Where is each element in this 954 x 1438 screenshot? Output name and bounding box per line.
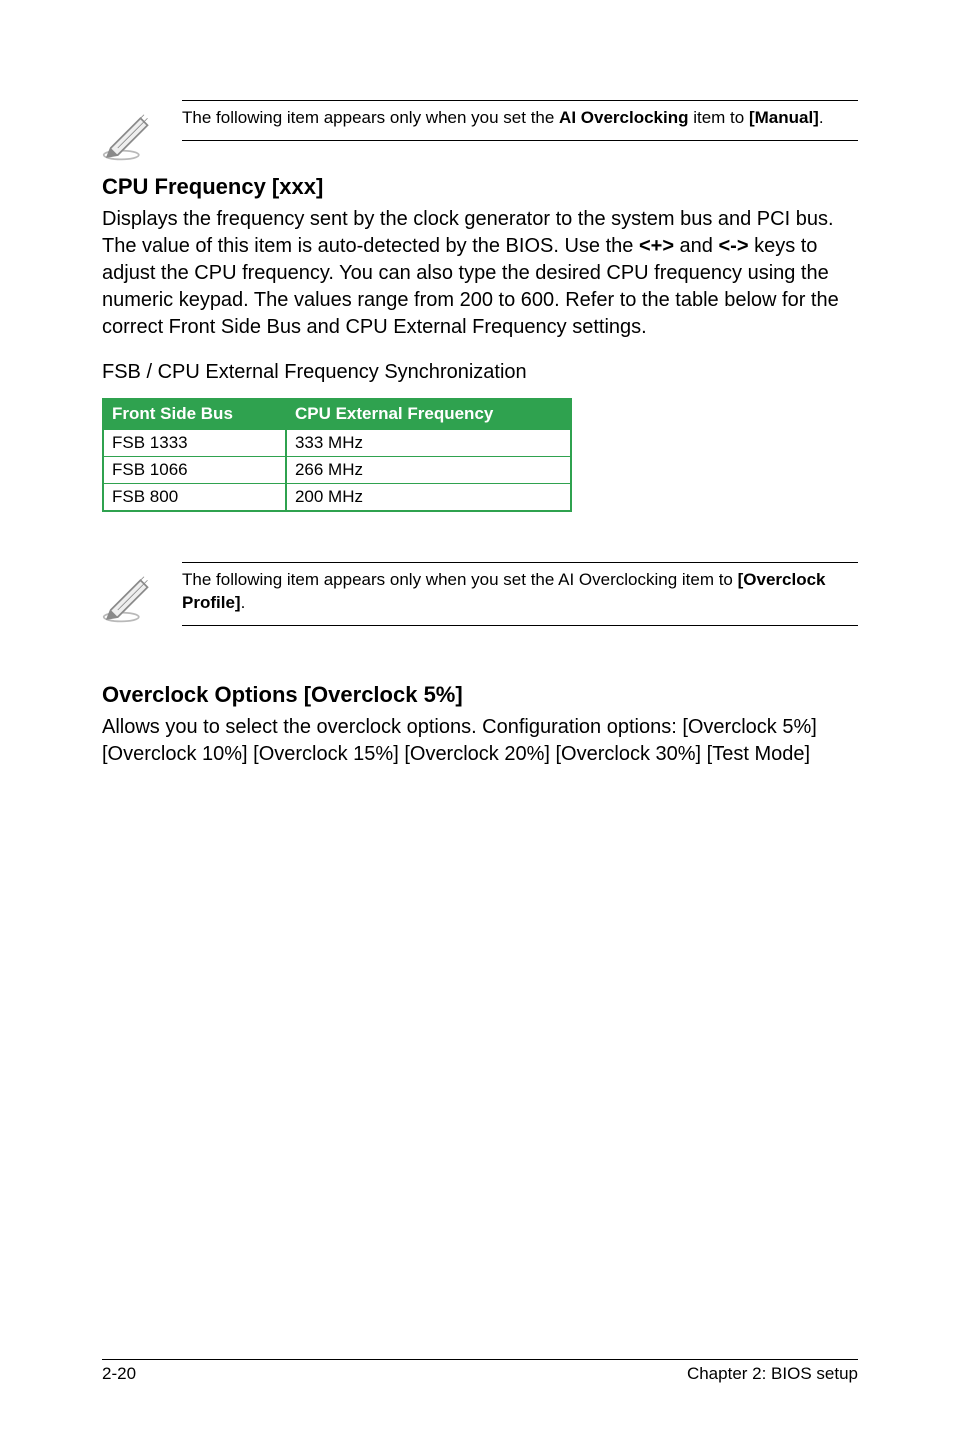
footer-page-number: 2-20 [102,1364,136,1384]
heading-cpu-frequency: CPU Frequency [xxx] [102,174,858,200]
note1-bold2: [Manual] [749,108,819,127]
paragraph-overclock-options: Allows you to select the overclock optio… [102,714,858,768]
th-cpu-external-frequency: CPU External Frequency [286,399,571,429]
cell-fsb: FSB 1066 [103,457,286,484]
cell-fsb: FSB 800 [103,484,286,512]
note1-mid: item to [688,108,748,127]
note2-post: . [241,593,246,612]
key-plus: <+> [639,235,674,257]
body-mid1: and [674,235,718,257]
note-ai-overclocking-manual: The following item appears only when you… [102,100,858,162]
note1-bold: AI Overclocking [559,108,688,127]
table-header-row: Front Side Bus CPU External Frequency [103,399,571,429]
table-caption: FSB / CPU External Frequency Synchroniza… [102,359,858,386]
table-row: FSB 1066 266 MHz [103,457,571,484]
note-overclock-profile: The following item appears only when you… [102,562,858,626]
note1-pre: The following item appears only when you… [182,108,559,127]
note-text: The following item appears only when you… [182,100,858,141]
cell-freq: 266 MHz [286,457,571,484]
note-text: The following item appears only when you… [182,562,858,626]
table-row: FSB 1333 333 MHz [103,429,571,457]
fsb-frequency-table: Front Side Bus CPU External Frequency FS… [102,398,572,512]
cell-freq: 200 MHz [286,484,571,512]
note2-pre: The following item appears only when you… [182,570,738,589]
key-minus: <-> [718,235,748,257]
footer-chapter: Chapter 2: BIOS setup [687,1364,858,1384]
page-footer: 2-20 Chapter 2: BIOS setup [102,1359,858,1384]
table-row: FSB 800 200 MHz [103,484,571,512]
cell-fsb: FSB 1333 [103,429,286,457]
pencil-note-icon [102,106,158,162]
heading-overclock-options: Overclock Options [Overclock 5%] [102,682,858,708]
pencil-note-icon [102,568,158,624]
note1-post: . [819,108,824,127]
paragraph-cpu-frequency: Displays the frequency sent by the clock… [102,206,858,341]
th-front-side-bus: Front Side Bus [103,399,286,429]
cell-freq: 333 MHz [286,429,571,457]
